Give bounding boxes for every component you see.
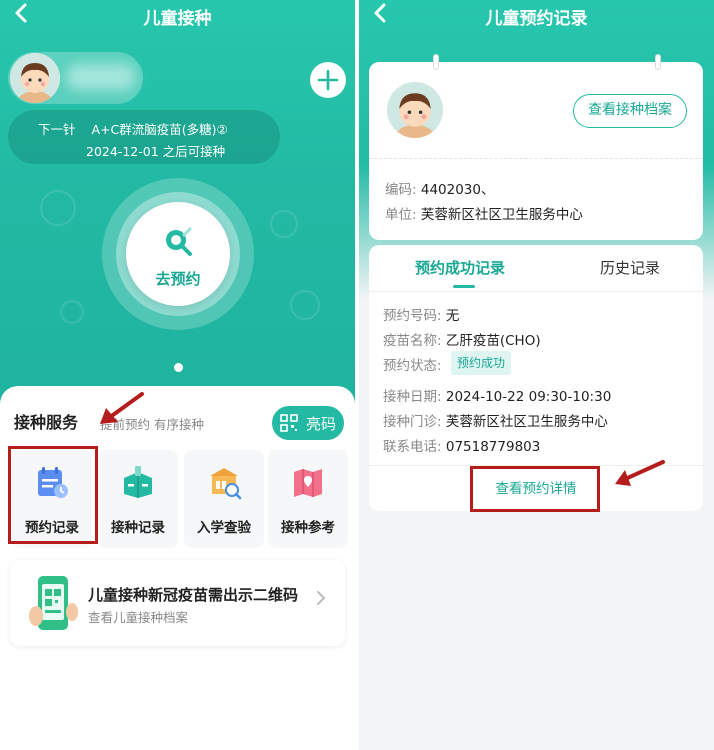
search-syringe-icon: [166, 227, 192, 256]
school-check-icon: [210, 468, 242, 500]
record-row: 联系电话: 07518779803: [383, 435, 540, 455]
covid-card-title: 儿童接种新冠疫苗需出示二维码: [88, 586, 299, 604]
record-label: 联系电话:: [383, 439, 442, 455]
next-dose-line: 下一针 A+C群流脑疫苗(多糖)②: [38, 119, 228, 138]
record-row: 接种门诊: 芙蓉新区社区卫生服务中心: [383, 410, 608, 430]
record-row: 预约状态:: [383, 354, 442, 374]
highlight-box-details: [470, 466, 600, 512]
next-dose-prefix: 下一针: [38, 122, 76, 137]
go-appointment-label: 去预约: [155, 270, 201, 288]
tab-history[interactable]: 历史记录: [600, 257, 660, 278]
add-child-button[interactable]: [310, 62, 346, 98]
page-title: 儿童预约记录: [485, 9, 588, 29]
annotation-arrow-icon: [100, 392, 144, 424]
unit-value: 芙蓉新区社区卫生服务中心: [420, 207, 583, 223]
code-label: 编码:: [385, 182, 417, 198]
child-selector[interactable]: [8, 52, 143, 104]
covid-qr-card[interactable]: 儿童接种新冠疫苗需出示二维码 查看儿童接种档案: [10, 560, 345, 646]
decor-circle: [60, 300, 84, 324]
card-pin: [433, 54, 439, 70]
record-row: 接种日期: 2024-10-22 09:30-10:30: [383, 385, 611, 405]
child-profile-card: 查看接种档案 编码: 4402030、 单位: 芙蓉新区社区卫生服务中心: [369, 54, 703, 240]
highlight-box-appointment-records: [8, 446, 98, 544]
next-dose-vaccine: A+C群流脑疫苗(多糖)②: [91, 122, 228, 137]
chevron-right-icon: [316, 590, 326, 611]
decor-circle: [40, 190, 76, 226]
code-value: 4402030、: [420, 182, 495, 198]
divider: [369, 291, 703, 292]
child-avatar: [10, 53, 60, 103]
pager-dot: [174, 363, 183, 372]
decor-circle: [290, 290, 320, 320]
record-label: 疫苗名称:: [383, 333, 442, 349]
service-title: 接种服务: [14, 413, 79, 432]
next-dose-info: 下一针 A+C群流脑疫苗(多糖)② 2024-12-01 之后可接种: [8, 110, 280, 164]
annotation-arrow-icon: [615, 460, 665, 486]
tile-label: 接种参考: [281, 520, 335, 536]
next-dose-date: 2024-12-01 之后可接种: [86, 144, 226, 159]
card-pin: [655, 54, 661, 70]
record-value: 2024-10-22 09:30-10:30: [445, 389, 612, 405]
decor-circle: [270, 210, 298, 238]
vaccine-record-icon: [124, 466, 152, 498]
status-badge: 预约成功: [451, 351, 512, 375]
record-value: 乙肝疫苗(CHO): [445, 333, 541, 349]
unit-label: 单位:: [385, 207, 417, 223]
child-avatar: [387, 82, 443, 138]
record-value: 07518779803: [445, 439, 541, 455]
record-value: 芙蓉新区社区卫生服务中心: [445, 414, 608, 430]
tile-school-check[interactable]: 入学查验: [184, 450, 264, 548]
record-label: 接种门诊:: [383, 414, 442, 430]
tile-vaccination-records[interactable]: 接种记录: [98, 450, 178, 548]
qr-code-icon: [280, 414, 298, 432]
record-value: 无: [445, 308, 460, 324]
phone-qr-icon: [29, 576, 78, 630]
tile-label: 入学查验: [197, 520, 251, 536]
record-label: 接种日期:: [383, 389, 442, 405]
record-label: 预约状态:: [383, 358, 442, 374]
tile-label: 接种记录: [111, 520, 165, 536]
tile-vaccination-reference[interactable]: 接种参考: [268, 450, 348, 548]
show-qr-button[interactable]: 亮码: [272, 406, 344, 440]
view-archive-button[interactable]: 查看接种档案: [573, 94, 687, 128]
unit-row: 单位: 芙蓉新区社区卫生服务中心: [385, 203, 583, 223]
left-screen: 儿童接种 下一针 A+C群流脑疫苗(多糖)② 2024-12-01 之后可接种: [0, 0, 355, 750]
map-reference-icon: [294, 469, 322, 497]
divider: [369, 158, 703, 159]
code-row: 编码: 4402030、: [385, 178, 494, 198]
page-title: 儿童接种: [143, 9, 212, 29]
plus-icon: [317, 69, 339, 91]
child-name-blurred: [66, 64, 136, 90]
record-row: 预约号码: 无: [383, 304, 459, 324]
go-appointment-button[interactable]: 去预约: [126, 202, 230, 306]
tab-underline: [453, 285, 475, 288]
record-label: 预约号码:: [383, 308, 442, 324]
covid-card-subtitle: 查看儿童接种档案: [88, 610, 189, 625]
show-qr-label: 亮码: [306, 415, 337, 433]
tab-success-records[interactable]: 预约成功记录: [415, 257, 505, 278]
record-row: 疫苗名称: 乙肝疫苗(CHO): [383, 329, 541, 349]
right-screen: 儿童预约记录 查看接种档案 编码: 4402030、 单位: 芙蓉新区社区卫生服…: [359, 0, 714, 750]
